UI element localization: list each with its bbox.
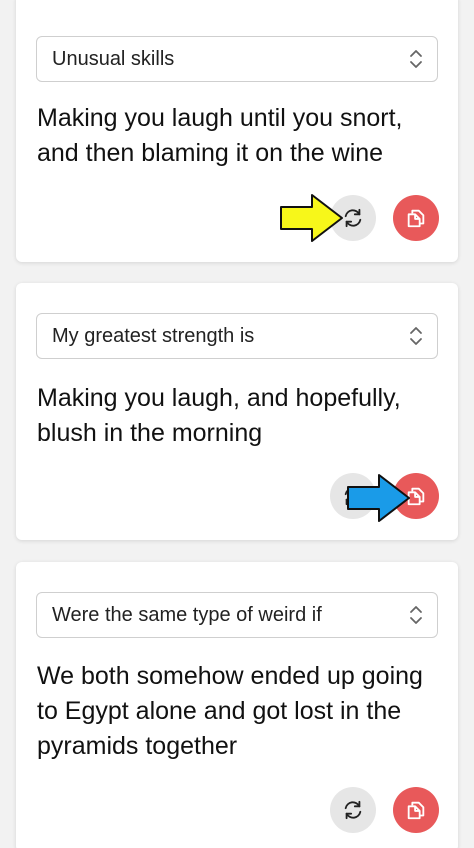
category-select-label: Unusual skills xyxy=(52,47,175,70)
category-select-3[interactable]: Were the same type of weird if xyxy=(36,592,438,638)
refresh-icon xyxy=(344,800,362,820)
arrow-pointer-icon xyxy=(347,474,410,522)
prompt-card-3: Were the same type of weird if We both s… xyxy=(16,562,458,848)
copy-icon xyxy=(407,801,425,820)
chevron-updown-icon xyxy=(410,50,422,68)
pickup-lines-page: Unusual skills Making you laugh until yo… xyxy=(0,0,474,848)
category-select-label: My greatest strength is xyxy=(52,324,255,347)
phrase-text-2: Making you laugh, and hopefully, blush i… xyxy=(37,384,401,447)
refresh-icon xyxy=(344,208,362,228)
category-select-1[interactable]: Unusual skills xyxy=(36,36,438,82)
refresh-button[interactable] xyxy=(330,787,376,833)
chevron-updown-icon xyxy=(410,606,422,624)
copy-button[interactable] xyxy=(393,787,439,833)
phrase-text-3: We both somehow ended up going to Egypt … xyxy=(37,662,423,760)
arrow-pointer-icon xyxy=(280,194,343,242)
category-select-2[interactable]: My greatest strength is xyxy=(36,313,438,359)
copy-button[interactable] xyxy=(393,195,439,241)
chevron-updown-icon xyxy=(410,327,422,345)
copy-icon xyxy=(407,209,425,228)
phrase-text-1: Making you laugh until you snort, and th… xyxy=(37,104,403,167)
category-select-label: Were the same type of weird if xyxy=(52,603,322,626)
prompt-card-1: Unusual skills Making you laugh until yo… xyxy=(16,0,458,262)
